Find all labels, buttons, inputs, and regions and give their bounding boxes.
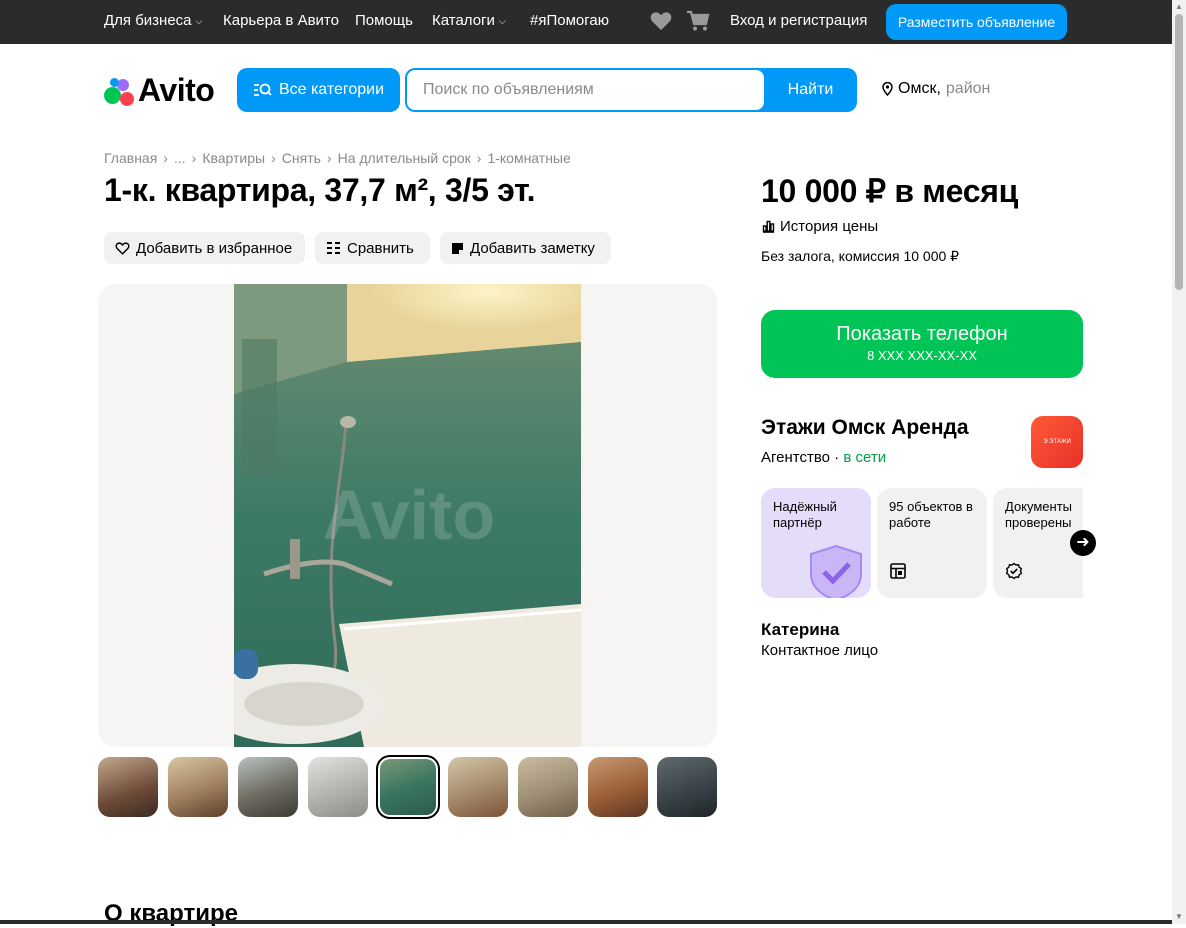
verified-icon <box>1005 562 1023 580</box>
chevron-down-icon: ⌵ <box>498 16 506 26</box>
compare-label: Сравнить <box>347 239 414 257</box>
categories-search-icon <box>253 83 272 96</box>
page-scrollbar[interactable]: ▲ ▼ <box>1172 0 1186 924</box>
all-categories-button[interactable]: Все категории <box>237 68 400 112</box>
breadcrumb-apartments[interactable]: Квартиры <box>202 150 265 166</box>
price-history-link[interactable]: История цены <box>762 218 878 235</box>
seller-type-label: Агентство <box>761 449 830 466</box>
scrollbar-thumb[interactable] <box>1175 14 1183 290</box>
badge-documents-label: Документы проверены <box>1005 499 1073 530</box>
thumbnail-strip <box>98 755 718 819</box>
thumbnail-5[interactable] <box>376 755 440 819</box>
seller-badges: Надёжный партнёр 95 объектов в работе До… <box>761 488 1083 598</box>
seller-type: Агентство · в сети <box>761 449 887 466</box>
thumbnail-6[interactable] <box>448 757 508 817</box>
bottom-edge <box>0 920 1172 924</box>
thumbnail-4[interactable] <box>308 757 368 817</box>
breadcrumb-home[interactable]: Главная <box>104 150 157 166</box>
top-bar: Для бизнеса ⌵ Карьера в Авито Помощь Ката… <box>0 0 1172 44</box>
breadcrumb-long-term[interactable]: На длительный срок <box>338 150 471 166</box>
compare-button[interactable]: Сравнить <box>315 232 430 264</box>
badge-reliable-partner[interactable]: Надёжный партнёр <box>761 488 871 598</box>
location-pin-icon <box>882 82 893 96</box>
logo-text: Avito <box>138 72 215 108</box>
thumbnail-2[interactable] <box>168 757 228 817</box>
nav-career-label: Карьера в Авито <box>223 12 339 29</box>
add-to-favorites-label: Добавить в избранное <box>136 239 293 257</box>
badge-objects-label: 95 объектов в работе <box>889 499 973 530</box>
search-button[interactable]: Найти <box>764 68 857 112</box>
badges-next-arrow-icon[interactable]: ➜ <box>1070 530 1096 556</box>
main-photo[interactable]: Avito <box>234 284 581 747</box>
nav-business[interactable]: Для бизнеса ⌵ <box>104 12 202 29</box>
shield-check-icon <box>810 544 862 598</box>
nav-ya-pomogayu-label: #яПомогаю <box>530 12 609 29</box>
avito-logo[interactable]: Avito <box>104 72 215 109</box>
chevron-down-icon: ⌵ <box>195 16 203 26</box>
nav-help-label: Помощь <box>355 12 413 29</box>
thumbnail-1[interactable] <box>98 757 158 817</box>
add-to-favorites-button[interactable]: Добавить в избранное <box>104 232 305 264</box>
scroll-down-icon[interactable]: ▼ <box>1175 912 1183 921</box>
breadcrumb-ellipsis[interactable]: ... <box>174 150 186 166</box>
district-label: район <box>945 80 991 97</box>
all-categories-label: Все категории <box>278 81 385 98</box>
note-icon <box>452 242 463 254</box>
thumbnail-7[interactable] <box>518 757 578 817</box>
show-phone-label: Показать телефон <box>836 323 1008 345</box>
thumbnail-3[interactable] <box>238 757 298 817</box>
login-label: Вход и регистрация <box>730 12 868 29</box>
nav-career[interactable]: Карьера в Авито <box>223 12 339 29</box>
breadcrumb-one-room[interactable]: 1-комнатные <box>487 150 570 166</box>
thumbnail-9[interactable] <box>657 757 717 817</box>
seller-avatar[interactable]: Э ЭТАЖИ <box>1031 416 1083 468</box>
city-label: Омск, <box>898 80 941 97</box>
phone-mask: 8 XXX XXX-XX-XX <box>867 348 977 363</box>
favorites-heart-icon[interactable] <box>650 11 672 36</box>
nav-catalogs[interactable]: Каталоги ⌵ <box>432 12 506 29</box>
contact-role: Контактное лицо <box>761 642 879 659</box>
nav-catalogs-label: Каталоги <box>432 12 495 29</box>
nav-ya-pomogayu[interactable]: #яПомогаю <box>530 12 609 29</box>
logo-dots-icon <box>104 76 134 106</box>
nav-business-label: Для бизнеса <box>104 12 192 29</box>
seller-avatar-text: Э ЭТАЖИ <box>1043 439 1071 445</box>
scroll-up-icon[interactable]: ▲ <box>1175 2 1183 11</box>
badge-objects-in-work[interactable]: 95 объектов в работе <box>877 488 987 598</box>
cart-icon[interactable] <box>686 10 710 37</box>
location-selector[interactable]: Омск, район <box>882 80 990 98</box>
add-note-label: Добавить заметку <box>470 239 595 257</box>
contact-name: Катерина <box>761 620 840 639</box>
nav-help[interactable]: Помощь <box>355 12 413 29</box>
add-note-button[interactable]: Добавить заметку <box>440 232 611 264</box>
show-phone-button[interactable]: Показать телефон 8 XXX XXX-XX-XX <box>761 310 1083 378</box>
bar-chart-icon <box>762 220 775 233</box>
photo-gallery[interactable]: Avito <box>98 284 717 747</box>
heart-outline-icon <box>115 241 130 255</box>
price-history-label: История цены <box>780 218 879 235</box>
breadcrumb-rent[interactable]: Снять <box>282 150 321 166</box>
breadcrumb: Главная ›... › Квартиры › Снять › На длительный… <box>104 150 571 166</box>
search-bar: Найти <box>405 68 857 112</box>
seller-name[interactable]: Этажи Омск Аренда <box>761 416 969 440</box>
compare-icon <box>327 242 340 254</box>
thumbnail-8[interactable] <box>588 757 648 817</box>
price: 10 000 ₽ в месяц <box>761 173 1018 209</box>
badge-reliable-partner-label: Надёжный партнёр <box>773 499 837 530</box>
layout-icon <box>890 563 906 579</box>
listing-title: 1-к. квартира, 37,7 м², 3/5 эт. <box>104 172 536 208</box>
photo-watermark: Avito <box>323 476 495 554</box>
post-ad-button[interactable]: Разместить объявление <box>886 4 1067 40</box>
search-input[interactable] <box>407 70 764 110</box>
login-link[interactable]: Вход и регистрация <box>730 12 867 29</box>
online-status: в сети <box>843 449 887 466</box>
deposit-info: Без залога, комиссия 10 000 ₽ <box>761 248 960 264</box>
